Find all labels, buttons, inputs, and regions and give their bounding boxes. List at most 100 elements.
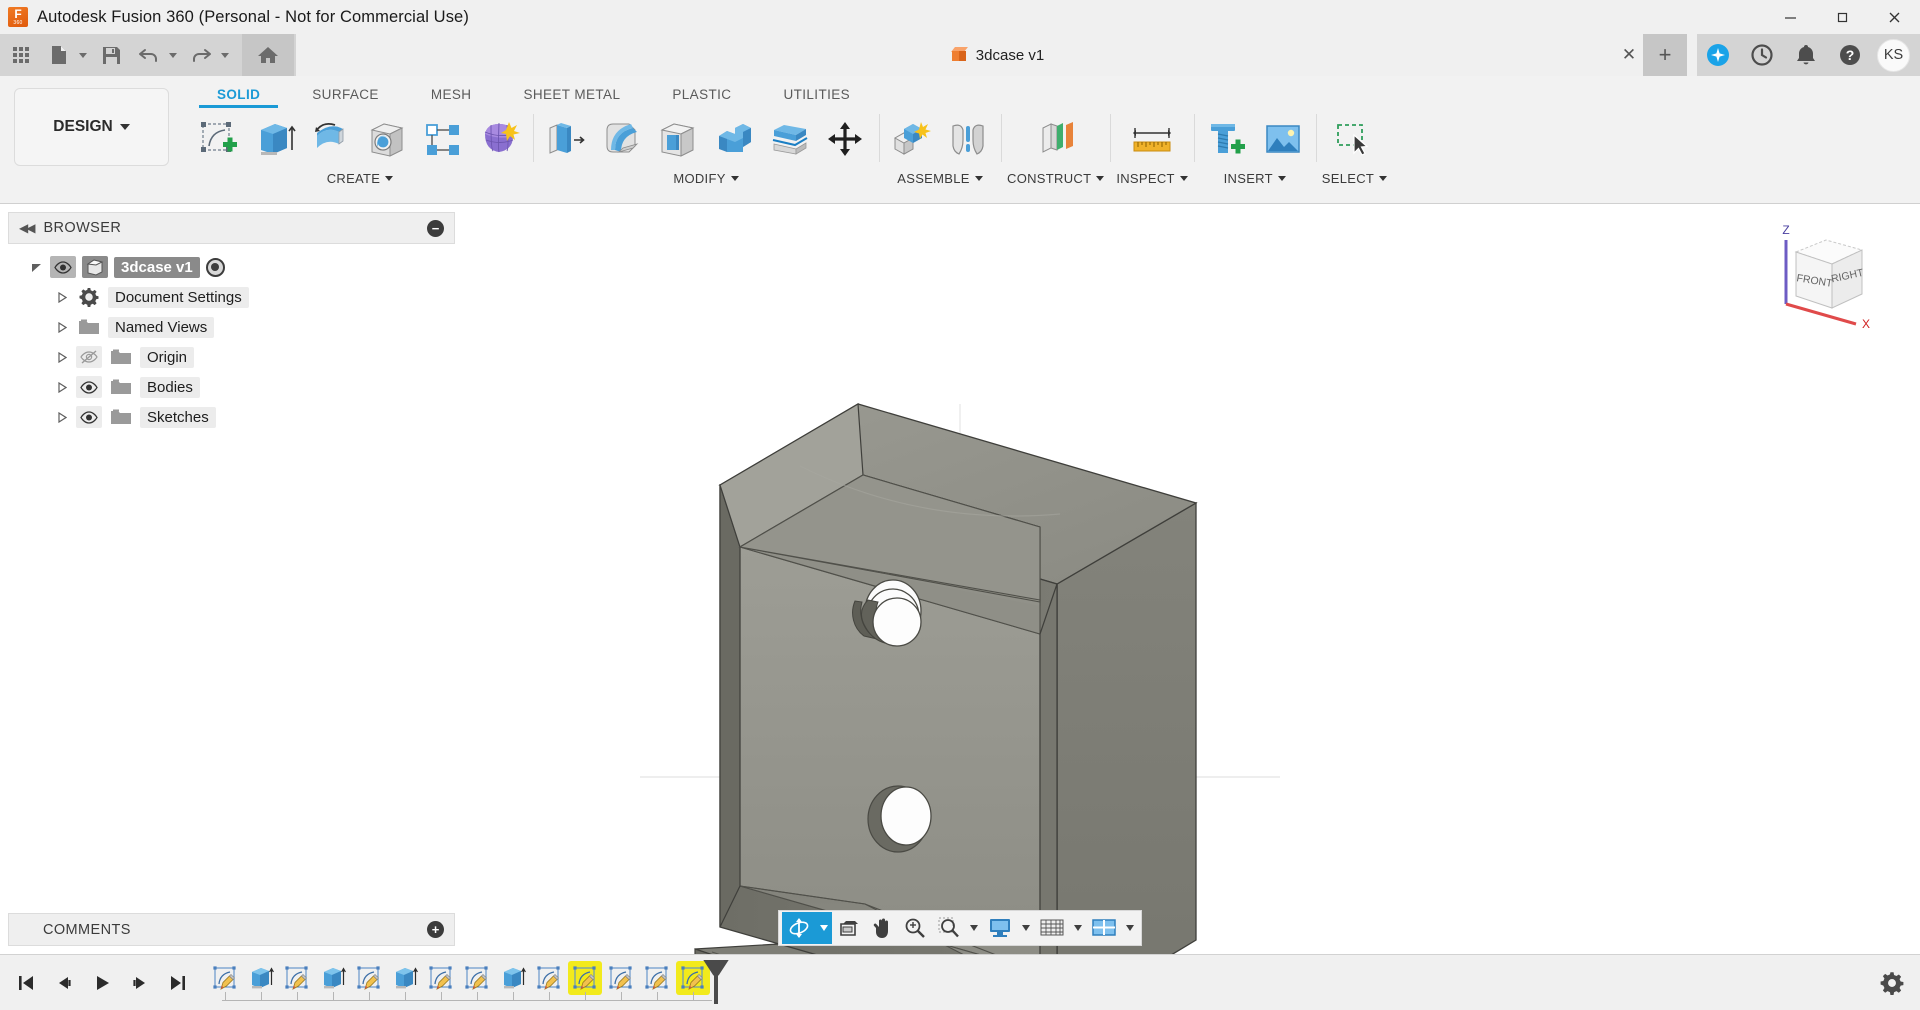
tree-item-named-views[interactable]: Named Views <box>8 312 455 342</box>
press-pull-button[interactable] <box>539 112 593 168</box>
timeline-settings-gear-icon[interactable] <box>1880 971 1904 995</box>
combine-button[interactable] <box>707 112 761 168</box>
timeline-track[interactable] <box>208 958 718 1008</box>
tree-item-bodies[interactable]: Bodies <box>8 372 455 402</box>
ribbon-group-label-modify[interactable]: MODIFY <box>673 171 739 186</box>
new-component-button[interactable] <box>885 112 939 168</box>
insert-image-button[interactable] <box>1256 112 1310 168</box>
undo-icon[interactable] <box>132 38 166 72</box>
tab-mesh[interactable]: MESH <box>405 78 498 108</box>
activate-component-radio[interactable] <box>205 257 225 277</box>
visibility-eye-icon[interactable] <box>50 256 76 278</box>
viewports-dropdown-caret-icon[interactable] <box>1122 912 1138 944</box>
create-sketch-button[interactable] <box>193 112 247 168</box>
timeline-feature-sketch[interactable] <box>532 961 566 995</box>
joint-button[interactable] <box>941 112 995 168</box>
tab-surface[interactable]: SURFACE <box>286 78 405 108</box>
visibility-eye-icon[interactable] <box>76 376 102 398</box>
comments-panel[interactable]: COMMENTS + <box>8 913 455 946</box>
display-settings-button[interactable] <box>982 912 1018 944</box>
revolve-button[interactable] <box>305 112 359 168</box>
fillet-button[interactable] <box>595 112 649 168</box>
tree-item-origin[interactable]: Origin <box>8 342 455 372</box>
file-dropdown-caret-icon[interactable] <box>76 38 90 72</box>
hole-button[interactable] <box>361 112 415 168</box>
zoom-button[interactable] <box>898 912 932 944</box>
expand-arrow-icon[interactable] <box>54 291 70 303</box>
timeline-feature-sketch[interactable] <box>460 961 494 995</box>
timeline-feature-extrude[interactable] <box>496 961 530 995</box>
extrude-button[interactable] <box>249 112 303 168</box>
redo-icon[interactable] <box>184 38 218 72</box>
document-tab-close-icon[interactable]: ✕ <box>1619 45 1639 65</box>
minimize-button[interactable] <box>1764 0 1816 34</box>
redo-dropdown-caret-icon[interactable] <box>218 38 232 72</box>
expand-arrow-icon[interactable] <box>54 381 70 393</box>
pan-button[interactable] <box>866 912 898 944</box>
timeline-feature-extrude[interactable] <box>388 961 422 995</box>
ribbon-group-label-construct[interactable]: CONSTRUCT <box>1007 171 1105 186</box>
timeline-feature-sketch[interactable] <box>280 961 314 995</box>
timeline-feature-sketch[interactable] <box>424 961 458 995</box>
tree-item-3dcase[interactable]: 3dcase v1 <box>8 252 455 282</box>
bell-icon[interactable] <box>1785 34 1827 76</box>
home-icon[interactable] <box>242 34 294 76</box>
expand-arrow-icon[interactable] <box>28 262 44 273</box>
look-at-button[interactable] <box>832 912 866 944</box>
select-button[interactable] <box>1327 112 1381 168</box>
file-icon[interactable] <box>42 38 76 72</box>
timeline-feature-sketch[interactable] <box>604 961 638 995</box>
maximize-button[interactable] <box>1816 0 1868 34</box>
fit-button[interactable] <box>932 912 966 944</box>
help-icon[interactable]: ? <box>1829 34 1871 76</box>
timeline-jump-start-button[interactable] <box>10 966 42 1000</box>
visibility-eye-icon[interactable] <box>76 406 102 428</box>
offset-plane-button[interactable] <box>1029 112 1083 168</box>
canvas-area[interactable]: ◀◀ BROWSER − 3dcase v1 Document Settings… <box>0 204 1920 954</box>
move-copy-button[interactable] <box>819 112 873 168</box>
split-body-button[interactable] <box>763 112 817 168</box>
save-icon[interactable] <box>94 38 128 72</box>
expand-arrow-icon[interactable] <box>54 411 70 423</box>
timeline-jump-end-button[interactable] <box>162 966 194 1000</box>
create-form-button[interactable] <box>473 112 527 168</box>
timeline-feature-sketch[interactable] <box>640 961 674 995</box>
timeline-step-forward-button[interactable] <box>124 966 156 1000</box>
timeline-feature-extrude[interactable] <box>244 961 278 995</box>
assistant-icon[interactable] <box>1697 34 1739 76</box>
grid-snaps-button[interactable] <box>1034 912 1070 944</box>
document-tab-3dcase[interactable]: 3dcase v1 <box>296 34 1697 76</box>
timeline-feature-sketch[interactable] <box>568 960 602 995</box>
visibility-eye-off-icon[interactable] <box>76 346 102 368</box>
orbit-dropdown-caret-icon[interactable] <box>816 912 832 944</box>
measure-button[interactable] <box>1125 112 1179 168</box>
ribbon-group-label-insert[interactable]: INSERT <box>1224 171 1286 186</box>
timeline-feature-sketch[interactable] <box>676 960 710 995</box>
fit-dropdown-caret-icon[interactable] <box>966 912 982 944</box>
tab-sheet-metal[interactable]: SHEET METAL <box>497 78 646 108</box>
insert-mcmaster-button[interactable] <box>1200 112 1254 168</box>
timeline-feature-extrude[interactable] <box>316 961 350 995</box>
tab-utilities[interactable]: UTILITIES <box>757 78 876 108</box>
add-comment-button[interactable]: + <box>427 921 444 938</box>
tree-item-sketches[interactable]: Sketches <box>8 402 455 432</box>
ribbon-group-label-inspect[interactable]: INSPECT <box>1116 171 1188 186</box>
new-document-tab-button[interactable]: + <box>1643 34 1687 76</box>
clock-icon[interactable] <box>1741 34 1783 76</box>
expand-arrow-icon[interactable] <box>54 321 70 333</box>
browser-collapse-icon[interactable]: ◀◀ <box>19 221 36 235</box>
tab-solid[interactable]: SOLID <box>191 78 286 108</box>
view-cube[interactable]: Z X FRONT RIGHT <box>1764 216 1884 336</box>
ribbon-group-label-create[interactable]: CREATE <box>327 171 394 186</box>
timeline-feature-sketch[interactable] <box>208 961 242 995</box>
app-grid-icon[interactable] <box>4 38 38 72</box>
timeline-feature-sketch[interactable] <box>352 961 386 995</box>
user-avatar[interactable]: KS <box>1877 38 1910 72</box>
shell-button[interactable] <box>651 112 705 168</box>
timeline-step-back-button[interactable] <box>48 966 80 1000</box>
expand-arrow-icon[interactable] <box>54 351 70 363</box>
display-settings-dropdown-caret-icon[interactable] <box>1018 912 1034 944</box>
tree-item-document-settings[interactable]: Document Settings <box>8 282 455 312</box>
tab-plastic[interactable]: PLASTIC <box>646 78 757 108</box>
close-button[interactable] <box>1868 0 1920 34</box>
